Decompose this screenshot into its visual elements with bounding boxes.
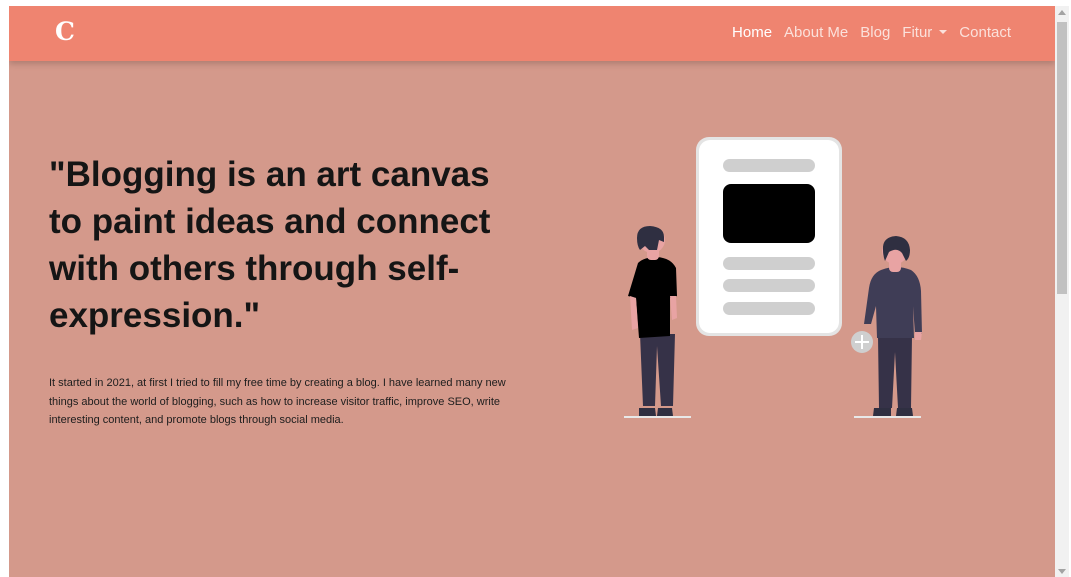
nav-dropdown-fitur[interactable]: Fitur: [902, 23, 948, 43]
nav-links: Home About Me Blog Fitur Contact: [720, 23, 1011, 43]
caret-down-icon: [939, 30, 948, 34]
vertical-scrollbar[interactable]: [1055, 6, 1069, 577]
scroll-thumb[interactable]: [1057, 22, 1067, 294]
hero-headline: "Blogging is an art canvas to paint idea…: [49, 155, 491, 335]
nav-link-contact[interactable]: Contact: [959, 23, 1011, 43]
scroll-up-arrow-icon[interactable]: [1058, 10, 1066, 15]
nav-link-home[interactable]: Home: [732, 23, 772, 43]
scroll-down-arrow-icon[interactable]: [1058, 569, 1066, 574]
hero-paragraph: It started in 2021, at first I tried to …: [49, 377, 506, 426]
brand-logo[interactable]: C: [55, 17, 75, 47]
navbar: C Home About Me Blog Fitur Contact: [9, 6, 1055, 61]
nav-link-fitur-label: Fitur: [902, 24, 933, 41]
nav-link-blog[interactable]: Blog: [860, 23, 890, 43]
two-people-viewing-document-illustration: [624, 137, 922, 418]
page-viewport: C Home About Me Blog Fitur Contact "Blog…: [9, 6, 1055, 577]
nav-link-about-me[interactable]: About Me: [784, 23, 848, 43]
